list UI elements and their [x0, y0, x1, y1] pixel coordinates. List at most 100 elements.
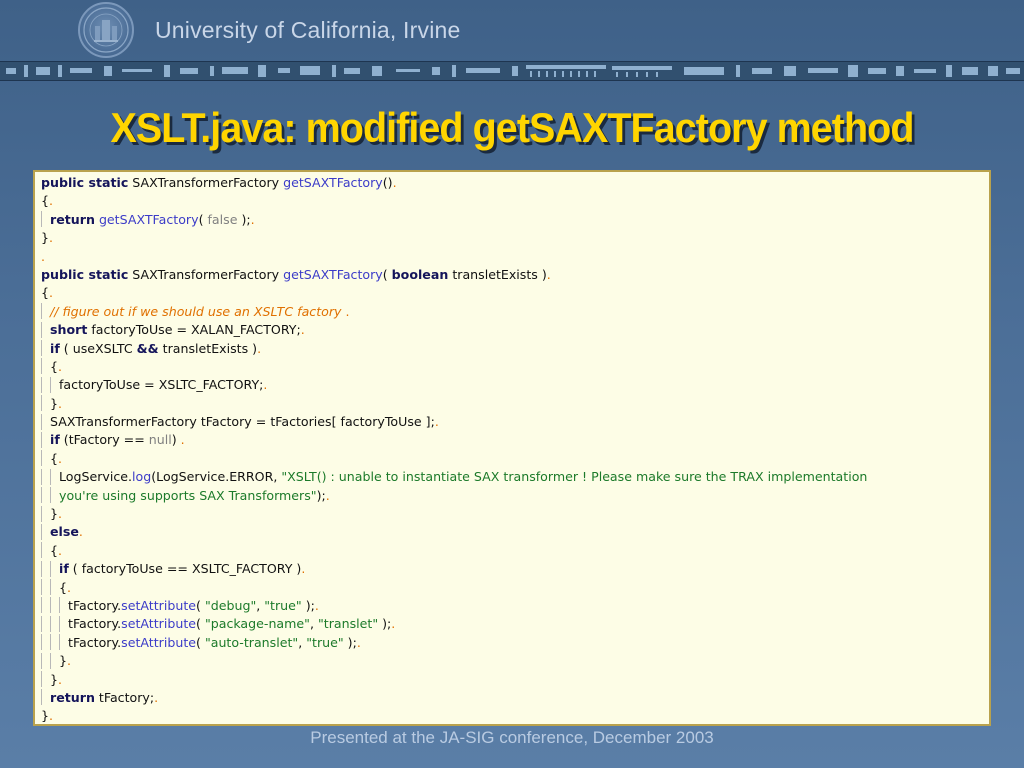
indent-guide: [50, 560, 51, 577]
code-token: ( useXSLTC: [59, 340, 137, 356]
indent-guide: [50, 579, 51, 596]
code-token: tFactory.: [68, 597, 122, 613]
code-line: if (tFactory == null) .: [41, 431, 867, 449]
code-token: (): [382, 175, 393, 190]
indent-guide: [59, 615, 60, 632]
code-line: {.: [41, 284, 867, 302]
code-token: ): [171, 432, 181, 448]
code-token: public static: [41, 266, 129, 282]
code-token: public static: [41, 175, 129, 190]
code-token: &&: [136, 340, 159, 356]
code-token: .: [356, 634, 361, 650]
code-line: {.: [41, 579, 867, 597]
indent-guide: [41, 634, 42, 651]
code-token: .: [300, 322, 305, 338]
code-listing: public static SAXTransformerFactory getS…: [33, 170, 991, 726]
code-token: if: [59, 561, 69, 577]
code-token: .: [49, 193, 54, 209]
code-token: );: [378, 616, 392, 632]
indent-guide: [41, 615, 42, 632]
code-token: "true": [264, 597, 302, 613]
code-line: }.: [41, 229, 867, 247]
indent-guide: [41, 487, 42, 504]
code-token: else: [50, 524, 79, 540]
indent-guide: [41, 431, 42, 448]
indent-guide: [41, 395, 42, 412]
code-token: log: [132, 469, 152, 485]
code-token: .: [78, 524, 83, 540]
code-line: {.: [41, 358, 867, 376]
code-token: {: [41, 285, 50, 301]
code-token: if: [50, 340, 60, 356]
code-line: }.: [41, 671, 867, 689]
university-seal-icon: [78, 2, 134, 58]
code-token: }: [41, 708, 50, 724]
code-token: );: [301, 597, 315, 613]
code-token: .: [49, 230, 54, 246]
code-token: transletExists ): [448, 266, 547, 282]
code-token: SAXTransformerFactory: [128, 175, 284, 190]
code-line: .: [41, 248, 867, 266]
indent-guide: [50, 615, 51, 632]
code-token: you're using supports SAX Transformers": [59, 487, 317, 503]
code-token: tFactory.: [68, 634, 122, 650]
code-token: setAttribute: [121, 634, 197, 650]
code-token: "true": [306, 634, 344, 650]
code-token: setAttribute: [121, 616, 197, 632]
code-line: return getSAXTFactory( false );.: [41, 211, 867, 229]
indent-guide: [41, 358, 42, 375]
code-token: .: [58, 671, 63, 687]
code-token: .: [67, 653, 72, 669]
code-line: {.: [41, 450, 867, 468]
code-token: if: [50, 432, 60, 448]
indent-guide: [41, 468, 42, 485]
code-token: .: [49, 708, 54, 724]
indent-guide: [59, 634, 60, 651]
indent-guide: [41, 376, 42, 393]
code-line: public static SAXTransformerFactory getS…: [41, 266, 867, 284]
indent-guide: [41, 211, 42, 228]
indent-guide: [50, 487, 51, 504]
code-token: ,: [309, 616, 318, 632]
code-token: .: [434, 414, 439, 430]
indent-guide: [41, 579, 42, 596]
code-token: .: [154, 689, 159, 705]
indent-guide: [50, 597, 51, 614]
code-token: "auto-translet": [204, 634, 299, 650]
code-token: (: [382, 266, 392, 282]
code-line: else.: [41, 523, 867, 541]
code-token: // figure out if we should use an XSLTC …: [50, 303, 342, 319]
code-line: {.: [41, 542, 867, 560]
code-token: SAXTransformerFactory: [128, 266, 284, 282]
indent-guide: [41, 303, 42, 320]
code-line: tFactory.setAttribute( "package-name", "…: [41, 615, 867, 633]
code-token: return: [50, 211, 95, 227]
indent-guide: [50, 652, 51, 669]
code-token: null: [148, 432, 172, 448]
code-line: factoryToUse = XSLTC_FACTORY;.: [41, 376, 867, 394]
code-token: .: [341, 303, 350, 319]
code-token: .: [392, 175, 397, 190]
code-token: }: [50, 395, 59, 411]
code-token: (LogService.ERROR,: [151, 469, 282, 485]
code-line: }.: [41, 652, 867, 670]
code-token: .: [58, 506, 63, 522]
indent-guide: [41, 321, 42, 338]
indent-guide: [41, 560, 42, 577]
code-line: LogService.log(LogService.ERROR, "XSLT()…: [41, 468, 867, 486]
university-name: University of California, Irvine: [155, 17, 461, 43]
code-token: }: [59, 653, 68, 669]
code-token: return: [50, 689, 95, 705]
code-token: {: [50, 450, 59, 466]
code-line: if ( useXSLTC && transletExists ).: [41, 340, 867, 358]
code-token: false: [207, 211, 238, 227]
code-token: }: [50, 506, 59, 522]
code-token: tFactory;: [94, 689, 155, 705]
code-token: {: [50, 358, 59, 374]
code-token: setAttribute: [121, 597, 197, 613]
code-token: factoryToUse = XSLTC_FACTORY;: [59, 377, 264, 393]
indent-guide: [41, 597, 42, 614]
code-token: .: [58, 358, 63, 374]
code-line: tFactory.setAttribute( "debug", "true" )…: [41, 597, 867, 615]
code-line: SAXTransformerFactory tFactory = tFactor…: [41, 413, 867, 431]
